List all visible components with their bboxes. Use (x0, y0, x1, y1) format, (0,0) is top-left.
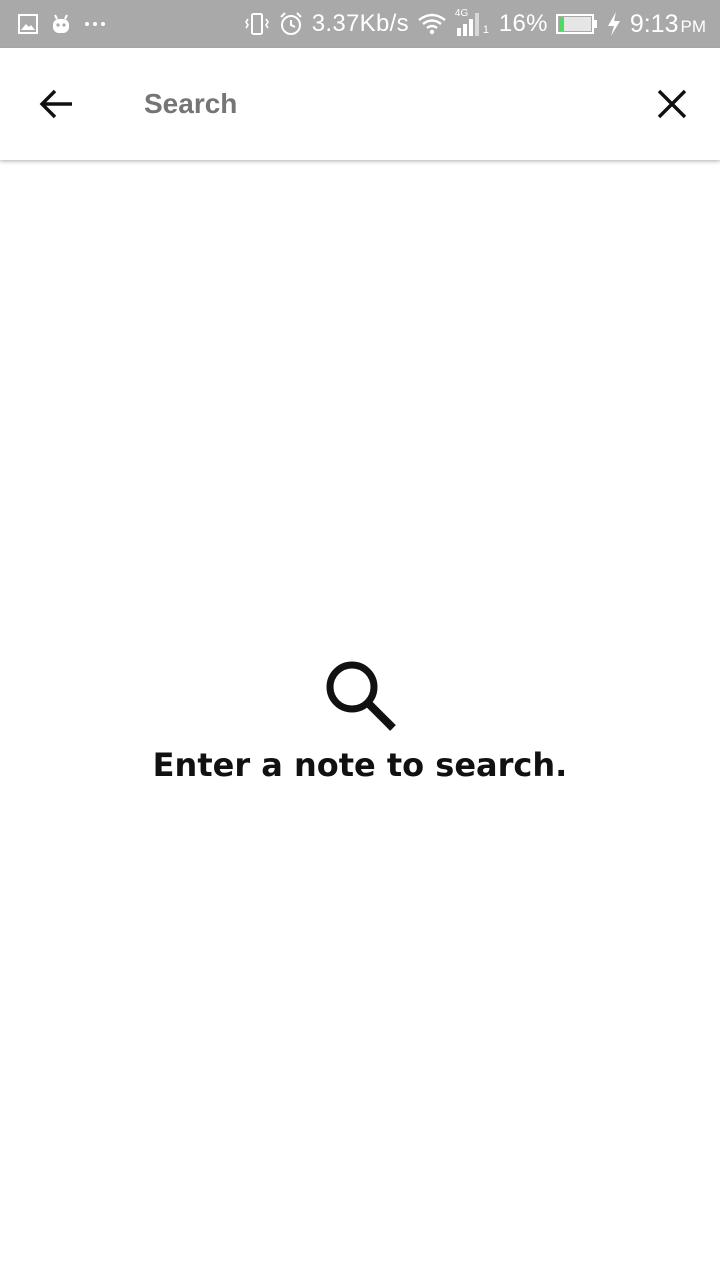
search-app-bar (0, 48, 720, 160)
battery-percent: 16% (498, 10, 548, 37)
bolt-icon (606, 11, 622, 37)
empty-state-message: Enter a note to search. (152, 746, 568, 784)
status-bar: 3.37Kb/s 4G 1 16% 9:13 PM (0, 0, 720, 48)
cell-signal-icon: 4G 1 (455, 8, 491, 38)
clock: 9:13 PM (630, 10, 706, 39)
search-input[interactable] (144, 78, 614, 130)
network-speed: 3.37Kb/s (311, 10, 409, 37)
status-left-icons (18, 13, 106, 35)
cell-slot-label: 1 (482, 24, 490, 36)
clock-time: 9:13 (629, 9, 679, 38)
image-icon (18, 14, 38, 34)
status-right-icons: 3.37Kb/s 4G 1 16% 9:13 PM (244, 8, 706, 39)
vibrate-icon (244, 11, 270, 37)
more-dots-icon (84, 20, 106, 28)
clock-ampm: PM (680, 16, 707, 36)
alarm-icon (278, 11, 304, 37)
battery-icon (555, 13, 598, 35)
back-button[interactable] (24, 76, 88, 132)
clear-search-button[interactable] (640, 76, 704, 132)
empty-state: Enter a note to search. (0, 656, 720, 784)
search-icon (326, 661, 396, 731)
wifi-icon (417, 12, 447, 36)
arrow-back-icon (39, 89, 72, 119)
battery-level-fill (558, 17, 564, 31)
close-icon (657, 89, 687, 119)
android-icon (50, 13, 72, 35)
